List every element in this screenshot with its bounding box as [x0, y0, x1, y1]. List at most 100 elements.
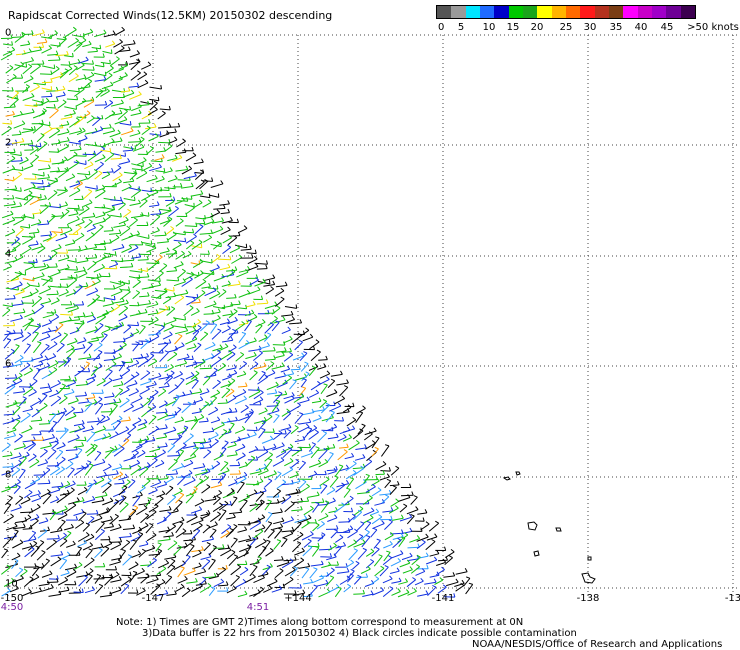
wind-barb-flag — [135, 449, 139, 454]
wind-barb — [165, 200, 175, 207]
wind-barb — [185, 207, 195, 215]
wind-barb-flag — [217, 379, 221, 383]
wind-barb-flag — [253, 489, 258, 494]
wind-barb — [148, 135, 159, 142]
wind-barb — [113, 384, 124, 387]
wind-barb-flag — [138, 199, 141, 204]
wind-barb — [175, 494, 185, 504]
wind-barb-flag — [300, 505, 303, 511]
wind-barb-flag — [114, 499, 119, 502]
wind-barb — [87, 262, 97, 271]
wind-barb — [104, 429, 115, 431]
wind-barb-flag — [92, 315, 97, 320]
wind-barb — [5, 403, 18, 408]
wind-barb-flag — [273, 355, 276, 360]
wind-barb-flag — [14, 374, 18, 379]
wind-barb-flag — [20, 333, 24, 337]
wind-barb — [463, 577, 471, 587]
wind-barb-flag — [196, 308, 200, 312]
wind-barb-flag — [96, 450, 102, 454]
wind-barb — [204, 290, 217, 297]
wind-barb — [75, 522, 85, 529]
wind-barb — [95, 522, 105, 534]
wind-barb-flag — [366, 535, 371, 538]
wind-barb-flag — [422, 517, 425, 522]
wind-barb — [10, 189, 22, 192]
wind-barb — [75, 221, 85, 227]
wind-barb — [29, 461, 40, 469]
wind-barb-flag — [179, 218, 184, 222]
wind-barb — [185, 494, 194, 504]
wind-barb-flag — [303, 351, 308, 354]
wind-barb-flag — [346, 443, 349, 448]
wind-barb — [326, 489, 336, 496]
wind-barb-flag — [27, 331, 32, 336]
wind-barb — [443, 575, 455, 578]
wind-barb-flag — [226, 467, 230, 471]
latitude-tick-label: 8 — [5, 469, 12, 481]
wind-barb-flag — [246, 339, 250, 344]
wind-barb-flag — [268, 458, 273, 461]
wind-barb-flag — [139, 394, 143, 399]
wind-barb — [372, 590, 384, 596]
wind-barb-flag — [177, 241, 182, 246]
wind-barb — [264, 304, 278, 309]
wind-barb-flag — [225, 565, 228, 570]
wind-barb-flag — [244, 526, 248, 531]
wind-barb-flag — [135, 290, 140, 293]
wind-barb — [132, 419, 142, 426]
wind-barb-flag — [54, 30, 58, 34]
wind-barb — [312, 417, 322, 422]
wind-barb — [294, 341, 303, 351]
wind-barb-flag — [205, 320, 210, 324]
wind-barb — [249, 471, 262, 475]
wind-barb — [183, 570, 196, 576]
wind-barb — [399, 562, 410, 568]
wind-barb-flag — [180, 377, 185, 381]
wind-barb-flag — [197, 342, 202, 346]
wind-barb — [299, 486, 310, 493]
wind-barb-flag — [265, 299, 269, 304]
wind-barb-flag — [390, 507, 394, 512]
wind-barb-flag — [259, 389, 264, 393]
wind-barb — [280, 538, 288, 548]
island-outline — [527, 521, 538, 531]
wind-barb-flag — [351, 425, 356, 430]
wind-barb — [261, 416, 273, 425]
wind-barb — [327, 470, 337, 475]
wind-barb-flag — [343, 449, 348, 453]
wind-barb-flag — [347, 426, 351, 431]
wind-barb-flag — [168, 505, 172, 511]
wind-barb-flag — [375, 436, 380, 439]
wind-barb — [118, 362, 126, 372]
wind-barb-flag — [31, 530, 36, 534]
wind-barb-flag — [56, 465, 61, 470]
wind-barb — [51, 68, 60, 75]
wind-barb — [82, 43, 92, 48]
wind-barb — [114, 482, 125, 485]
wind-barb — [218, 431, 228, 440]
wind-barb — [249, 522, 261, 530]
wind-barb-flag — [378, 514, 383, 518]
wind-barb-flag — [152, 557, 157, 561]
wind-barb — [33, 266, 46, 269]
wind-barb-flag — [220, 578, 225, 583]
wind-barb-flag — [198, 199, 203, 204]
wind-barb-flag — [243, 360, 247, 365]
wind-barb — [150, 481, 162, 488]
wind-barb-flag — [234, 293, 237, 298]
wind-barb-flag — [400, 550, 404, 554]
wind-barb-flag — [375, 508, 380, 513]
wind-barb-flag — [318, 397, 322, 402]
wind-barb — [167, 353, 178, 362]
wind-barb-flag — [17, 479, 21, 483]
wind-barb-flag — [89, 542, 94, 546]
wind-barb — [355, 447, 367, 450]
wind-barb-flag — [72, 26, 77, 31]
wind-barb-flag — [245, 560, 248, 565]
wind-barb — [375, 463, 387, 471]
wind-barb — [156, 436, 167, 440]
wind-barb-flag — [222, 288, 227, 293]
wind-barb-flag — [232, 513, 236, 518]
wind-barb — [73, 511, 85, 516]
